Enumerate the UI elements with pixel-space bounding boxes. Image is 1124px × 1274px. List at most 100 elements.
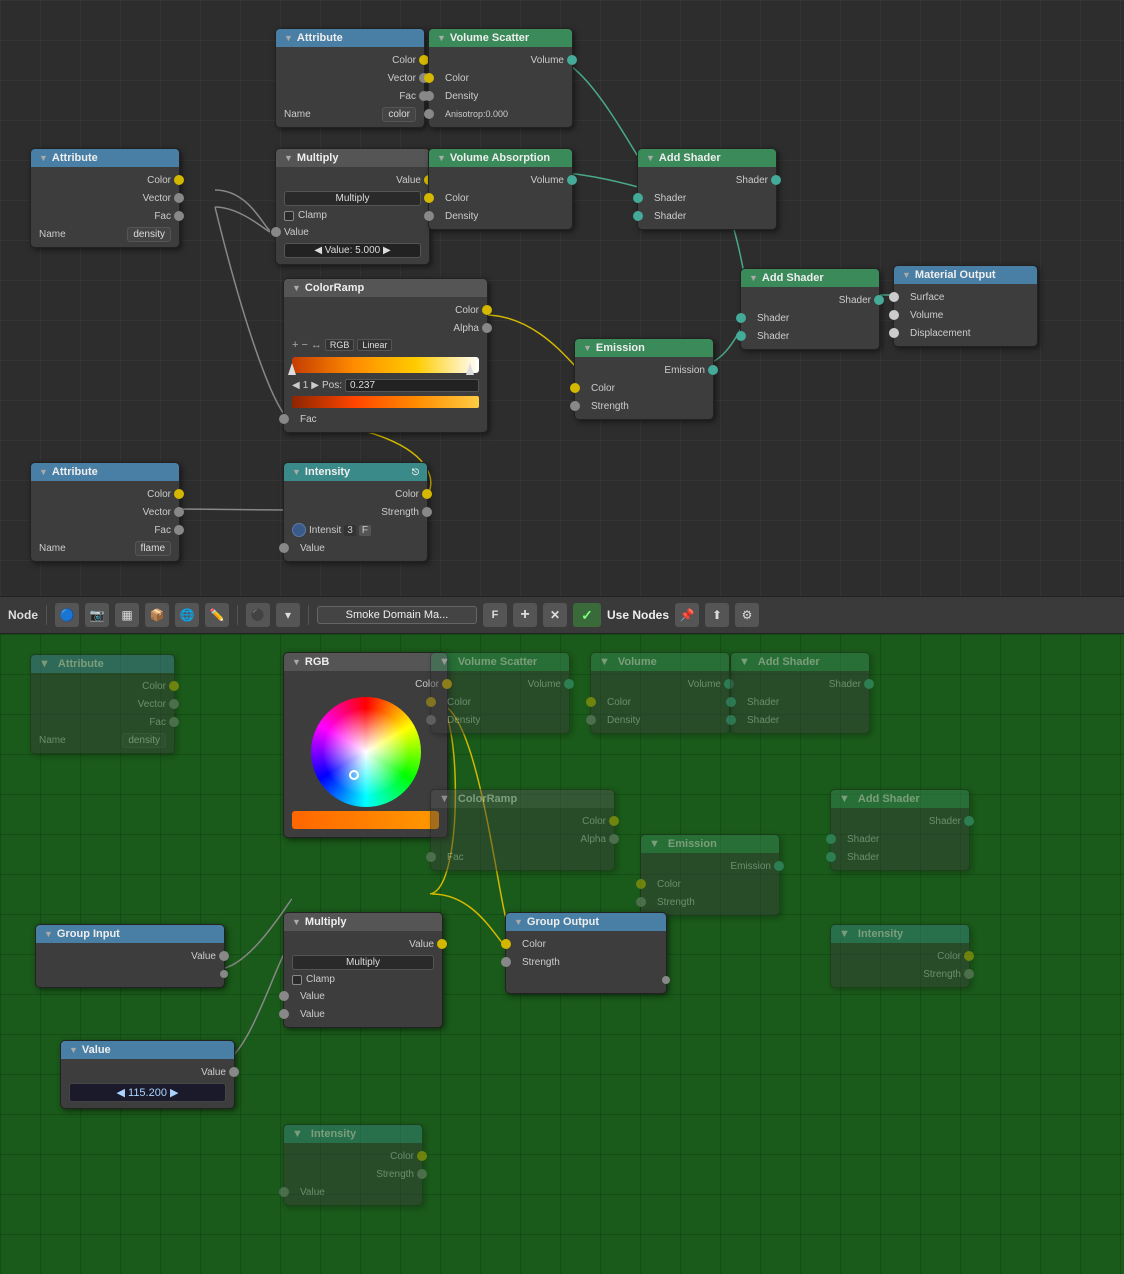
socket-gi-value-out [219, 951, 229, 961]
socket-emission-out [708, 365, 718, 375]
socket-color-in-abs [424, 193, 434, 203]
node-attribute-3[interactable]: ▼ Attribute Color Vector Fac Name flame [30, 462, 180, 562]
node-group-input[interactable]: ▼ Group Input Value [35, 924, 225, 988]
multiply-value[interactable]: ◀ Value: 5.000 ▶ [284, 243, 421, 258]
color-wheel[interactable] [311, 697, 421, 807]
socket-density-in-abs [424, 211, 434, 221]
node-header-attribute-1: ▼ Attribute [276, 29, 424, 47]
node-add-shader-bg: ▼Add Shader Shader Shader Shader [730, 652, 870, 734]
cr-prev-btn[interactable]: ◀ [292, 380, 300, 391]
node-material-output[interactable]: ▼ Material Output Surface Volume Displac… [893, 265, 1038, 347]
node-intensity-bg: ▼Intensity Color Strength Value [283, 1124, 423, 1206]
toolbar-brush-icon[interactable]: ✏️ [205, 603, 229, 627]
toolbar-image-icon[interactable]: 📷 [85, 603, 109, 627]
node-vol-scatter-bg: ▼Volume Scatter Volume Color Density [430, 652, 570, 734]
node-add-shader2-bg: ▼Add Shader Shader Shader Shader [830, 789, 970, 871]
node-intensity-right-bg: ▼Intensity Color Strength [830, 924, 970, 988]
cr-next-btn[interactable]: ▶ [311, 380, 319, 391]
node-value[interactable]: ▼ Value Value ◀ 115.200 ▶ [60, 1040, 235, 1109]
toolbar-sphere2-icon[interactable]: ⚫ [246, 603, 270, 627]
socket-color-out-2 [174, 175, 184, 185]
toolbar-sphere-icon[interactable]: 🔵 [55, 603, 79, 627]
cr-mode-dropdown[interactable]: RGB [325, 339, 355, 351]
color-swatch[interactable] [292, 811, 439, 829]
toolbar-upload-icon[interactable]: ⬆ [705, 603, 729, 627]
cr-remove-btn[interactable]: − [301, 339, 307, 351]
toolbar-down-icon[interactable]: ▾ [276, 603, 300, 627]
toolbar-settings-icon[interactable]: ⚙ [735, 603, 759, 627]
toolbar-cube-icon[interactable]: 📦 [145, 603, 169, 627]
toolbar-f-btn[interactable]: F [483, 603, 507, 627]
node-multiply[interactable]: ▼ Multiply Value Multiply Clamp Value ◀ … [275, 148, 430, 265]
socket-color-in-em [570, 383, 580, 393]
value-display: ◀ 115.200 ▶ [69, 1083, 226, 1102]
socket-val-out [229, 1067, 239, 1077]
node-volume-absorption[interactable]: ▼ Volume Absorption Volume Color Density [428, 148, 573, 230]
toolbar-pin-icon[interactable]: 📌 [675, 603, 699, 627]
node-attribute-2[interactable]: ▼ Attribute Color Vector Fac Name densit… [30, 148, 180, 248]
socket-strength-out-int [422, 507, 432, 517]
node-header-intensity: ▼ Intensity ⎋ [284, 463, 427, 481]
toolbar-checker-icon[interactable]: ▦ [115, 603, 139, 627]
node-colorramp[interactable]: ▼ ColorRamp Color Alpha + − ↔ RGB Linear [283, 278, 488, 433]
node-header-material-output: ▼ Material Output [894, 266, 1037, 284]
cr-add-btn[interactable]: + [292, 339, 298, 351]
node-add-shader-1[interactable]: ▼ Add Shader Shader Shader Shader [637, 148, 777, 230]
socket-shader-out-1 [771, 175, 781, 185]
toolbar-sep-1 [46, 605, 47, 625]
node-emission[interactable]: ▼ Emission Emission Color Strength [574, 338, 714, 420]
node-intensity[interactable]: ▼ Intensity ⎋ Color Strength Intensit 3 … [283, 462, 428, 562]
socket-go-strength-in [501, 957, 511, 967]
toolbar-globe-icon[interactable]: 🌐 [175, 603, 199, 627]
cr-flip-btn[interactable]: ↔ [311, 339, 322, 351]
node-header-volume-absorption: ▼ Volume Absorption [429, 149, 572, 167]
node-multiply-bottom[interactable]: ▼ Multiply Value Multiply Clamp Value Va… [283, 912, 443, 1028]
node-header-multiply: ▼ Multiply [276, 149, 429, 167]
node-attribute-1[interactable]: ▼ Attribute Color Vector Fac Name color [275, 28, 425, 128]
intensity-num: 3 [344, 525, 356, 536]
socket-surface-in [889, 292, 899, 302]
clamp-checkbox[interactable] [284, 211, 294, 221]
socket-color-out-cr [482, 305, 492, 315]
socket-strength-in-em [570, 401, 580, 411]
multiply-bottom-mode[interactable]: Multiply [292, 955, 434, 970]
node-header-multiply-bottom: ▼ Multiply [284, 913, 442, 931]
node-header-group-input: ▼ Group Input [36, 925, 224, 943]
socket-shader2-in-2 [736, 331, 746, 341]
toolbar-close-btn[interactable]: ✕ [543, 603, 567, 627]
toolbar-check-btn[interactable]: ✓ [573, 603, 601, 627]
node-header-volume-scatter: ▼ Volume Scatter [429, 29, 572, 47]
socket-volume-out [567, 55, 577, 65]
socket-volume-in-mo [889, 310, 899, 320]
socket-shader1-in-2 [736, 313, 746, 323]
node-rgb[interactable]: ▼ RGB Color [283, 652, 448, 838]
cr-interp-dropdown[interactable]: Linear [357, 339, 392, 351]
color-picker-dot[interactable] [349, 770, 359, 780]
node-header-attribute-3: ▼ Attribute [31, 463, 179, 481]
node-header-add-shader-1: ▼ Add Shader [638, 149, 776, 167]
multiply-mode[interactable]: Multiply [284, 191, 421, 206]
intensity-options-btn[interactable]: ⎋ [412, 467, 419, 478]
toolbar-node-label: Node [8, 608, 38, 622]
clamp-checkbox-bottom[interactable] [292, 975, 302, 985]
socket-color-in [424, 73, 434, 83]
intensity-f-btn[interactable]: F [359, 525, 371, 536]
cr-pos-field[interactable]: 0.237 [345, 379, 479, 392]
toolbar-add-btn[interactable]: + [513, 603, 537, 627]
socket-val1-in [271, 227, 281, 237]
material-name-label[interactable]: Smoke Domain Ma... [317, 606, 477, 624]
node-group-output[interactable]: ▼ Group Output Color Strength [505, 912, 667, 994]
top-node-editor[interactable]: ▼ Attribute Color Vector Fac Name color [0, 0, 1124, 596]
clamp-row: Clamp [276, 208, 429, 223]
socket-displacement-in [889, 328, 899, 338]
node-add-shader-2[interactable]: ▼ Add Shader Shader Shader Shader [740, 268, 880, 350]
socket-fac-out-2 [174, 211, 184, 221]
bottom-node-editor[interactable]: ▼Attribute Color Vector Fac Namedensity … [0, 634, 1124, 1274]
socket-shader-out-2 [874, 295, 884, 305]
node-volume-scatter[interactable]: ▼ Volume Scatter Volume Color Density An… [428, 28, 573, 128]
socket-volume-out-abs [567, 175, 577, 185]
socket-color-out-int [422, 489, 432, 499]
socket-mult-val1-in [279, 991, 289, 1001]
node-emission-bg: ▼Emission Emission Color Strength [640, 834, 780, 916]
node-header-value: ▼ Value [61, 1041, 234, 1059]
